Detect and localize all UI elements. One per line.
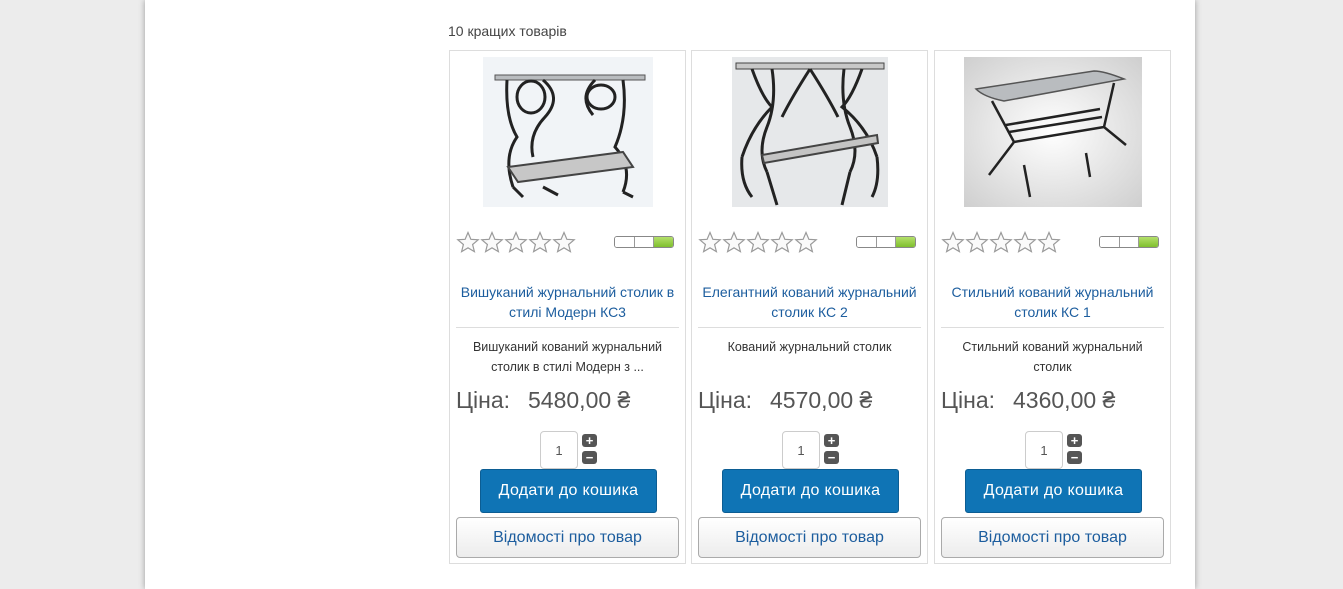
page-container: 10 кращих товарів Вишуканий журнальний с… — [145, 0, 1195, 589]
product-card: Елегантний кований журнальний столик КС … — [691, 50, 928, 564]
price-label: Ціна: — [698, 387, 753, 413]
divider — [456, 327, 679, 328]
star-icon — [1013, 231, 1037, 253]
product-card: Стильний кований журнальний столик КС 1 … — [934, 50, 1171, 564]
star-icon — [941, 231, 965, 253]
product-image[interactable] — [731, 57, 888, 207]
quantity-increase-button[interactable]: + — [582, 434, 597, 447]
product-details-button[interactable]: Відомості про товар — [941, 517, 1164, 558]
product-name-link[interactable]: Елегантний кований журнальний столик КС … — [698, 282, 921, 324]
product-details-button[interactable]: Відомості про товар — [698, 517, 921, 558]
product-card: Вишуканий журнальний столик в стилі Моде… — [449, 50, 686, 564]
quantity-decrease-button[interactable]: − — [1067, 451, 1082, 464]
add-to-cart-button[interactable]: Додати до кошика — [480, 469, 657, 513]
quantity-decrease-button[interactable]: − — [582, 451, 597, 464]
price-value: 5480,00 ₴ — [528, 387, 631, 413]
rating-stars — [941, 231, 1061, 253]
module-title: 10 кращих товарів — [448, 23, 567, 39]
star-icon — [989, 231, 1013, 253]
star-icon — [722, 231, 746, 253]
add-to-cart-button[interactable]: Додати до кошика — [965, 469, 1142, 513]
product-image[interactable] — [963, 57, 1142, 207]
price-value: 4570,00 ₴ — [770, 387, 873, 413]
product-description: Стильний кований журнальний столик — [962, 340, 1143, 374]
product-description: Кований журнальний столик — [727, 340, 892, 354]
star-icon — [746, 231, 770, 253]
product-price: Ціна: 5480,00 ₴ — [456, 387, 630, 414]
add-to-cart-button[interactable]: Додати до кошика — [722, 469, 899, 513]
star-icon — [794, 231, 818, 253]
divider — [698, 327, 921, 328]
product-details-button[interactable]: Відомості про товар — [456, 517, 679, 558]
star-icon — [552, 231, 576, 253]
quantity-input[interactable] — [1025, 431, 1063, 469]
star-icon — [1037, 231, 1061, 253]
quantity-input[interactable] — [540, 431, 578, 469]
divider — [941, 327, 1164, 328]
star-icon — [770, 231, 794, 253]
price-value: 4360,00 ₴ — [1013, 387, 1116, 413]
rating-stars — [456, 231, 576, 253]
price-label: Ціна: — [941, 387, 996, 413]
quantity-increase-button[interactable]: + — [824, 434, 839, 447]
star-icon — [456, 231, 480, 253]
quantity-input[interactable] — [782, 431, 820, 469]
quantity-increase-button[interactable]: + — [1067, 434, 1082, 447]
product-price: Ціна: 4570,00 ₴ — [698, 387, 872, 414]
star-icon — [504, 231, 528, 253]
product-image[interactable] — [482, 57, 653, 207]
rating-stars — [698, 231, 818, 253]
availability-indicator — [614, 236, 674, 248]
star-icon — [698, 231, 722, 253]
availability-indicator — [1099, 236, 1159, 248]
quantity-decrease-button[interactable]: − — [824, 451, 839, 464]
star-icon — [965, 231, 989, 253]
product-name-link[interactable]: Вишуканий журнальний столик в стилі Моде… — [456, 282, 679, 324]
product-description: Вишуканий кований журнальний столик в ст… — [472, 340, 663, 374]
availability-indicator — [856, 236, 916, 248]
star-icon — [528, 231, 552, 253]
product-price: Ціна: 4360,00 ₴ — [941, 387, 1115, 414]
star-icon — [480, 231, 504, 253]
product-name-link[interactable]: Стильний кований журнальний столик КС 1 — [941, 282, 1164, 324]
price-label: Ціна: — [456, 387, 511, 413]
